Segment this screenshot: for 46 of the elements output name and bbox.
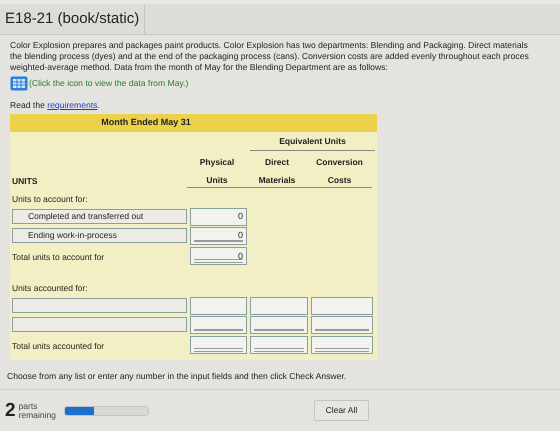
- row-label: Total units accounted for: [12, 341, 104, 352]
- column-group-heading: Equivalent Units: [250, 135, 375, 151]
- number-input[interactable]: [311, 336, 373, 354]
- number-input[interactable]: [250, 296, 308, 315]
- number-value: 0: [238, 211, 243, 222]
- row-label: Units accounted for:: [12, 282, 88, 295]
- section-heading: UNITS: [12, 174, 38, 188]
- column-heading: Units: [206, 174, 228, 186]
- instruction-text: Choose from any list or enter any number in the input fields and then click Check Answer.: [6, 370, 348, 384]
- number-input[interactable]: [190, 316, 247, 334]
- row-label: Units to account for:: [12, 192, 88, 206]
- number-input[interactable]: [190, 336, 247, 354]
- parts-label: parts: [18, 402, 38, 411]
- number-input[interactable]: [250, 316, 308, 334]
- read-text: .: [97, 100, 100, 110]
- row-label-field[interactable]: Ending work-in-process: [12, 228, 187, 244]
- number-input[interactable]: 0: [190, 226, 247, 245]
- parts-count: 2: [5, 401, 16, 420]
- number-input[interactable]: [311, 296, 373, 315]
- data-hint: (Click the icon to view the data from May.): [29, 78, 188, 89]
- column-heading: Costs: [328, 174, 352, 186]
- data-table-icon[interactable]: [10, 76, 28, 91]
- number-input[interactable]: [190, 296, 247, 315]
- clear-all-button[interactable]: Clear All: [314, 400, 369, 422]
- read-text: Read the: [10, 100, 46, 110]
- number-input[interactable]: 0: [190, 247, 247, 266]
- number-input[interactable]: 0: [190, 208, 247, 226]
- column-heading: Direct: [264, 156, 290, 168]
- parts-label: remaining: [18, 410, 56, 420]
- row-label-field[interactable]: Completed and transferred out: [12, 209, 187, 224]
- number-input[interactable]: [250, 336, 308, 354]
- column-heading: Materials: [258, 174, 296, 186]
- problem-text-line: the blending process (dyes) and at the end of the packaging process (cans). Conversion costs are added evenly throughout each proces: [10, 51, 530, 62]
- row-label-field[interactable]: [12, 298, 187, 314]
- row-label-field[interactable]: [12, 317, 187, 332]
- problem-text-line: Color Explosion prepares and packages paint products. Color Explosion has two departments: Blending and Packaging. Direct materials: [10, 40, 529, 51]
- number-input[interactable]: [311, 316, 373, 334]
- worksheet-caption: Month Ended May 31: [10, 114, 377, 132]
- problem-text-line: weighted-average method. Data from the month of May for the Blending Department are as follows:: [10, 62, 389, 73]
- number-value: 0: [238, 250, 243, 261]
- column-heading: Conversion: [316, 156, 363, 168]
- row-label: Total units to account for: [12, 252, 104, 262]
- column-heading: Physical: [200, 156, 234, 168]
- exercise-title: E18-21 (book/static): [5, 8, 140, 29]
- requirements-link[interactable]: requirements: [47, 100, 98, 110]
- number-value: 0: [238, 230, 243, 240]
